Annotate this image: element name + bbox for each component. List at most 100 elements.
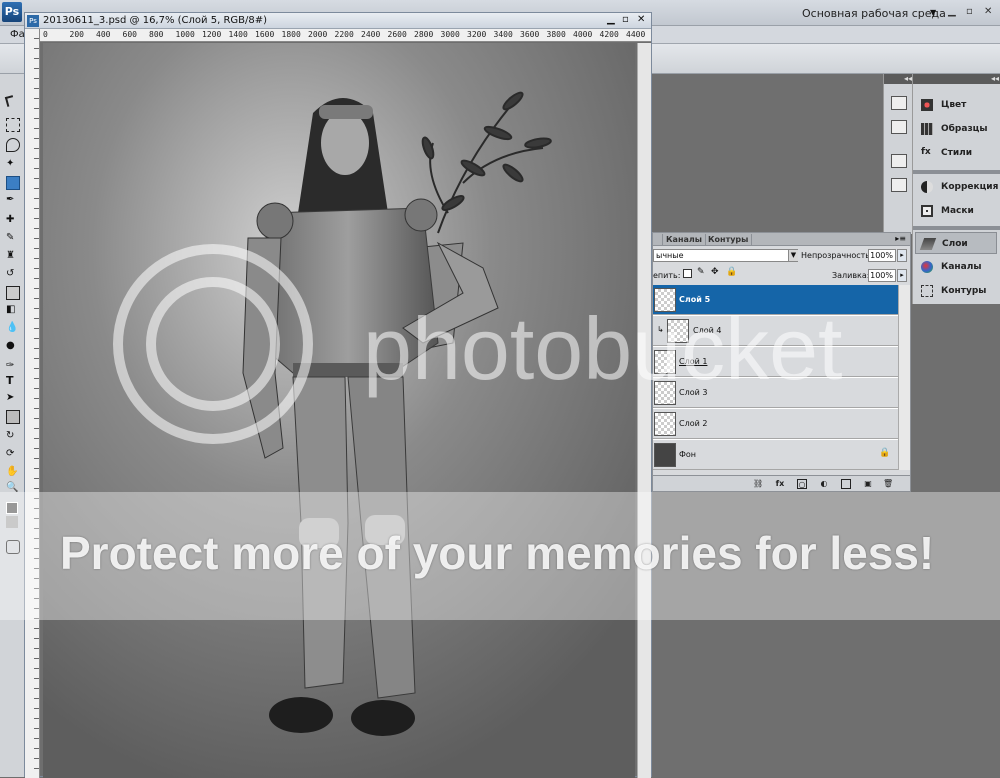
healing-brush-icon[interactable]: ✚ <box>6 214 20 228</box>
new-group-icon[interactable] <box>841 479 851 489</box>
panel-paths[interactable]: Контуры <box>915 280 997 302</box>
opacity-slider-button[interactable]: ▸ <box>897 249 907 262</box>
photoshop-doc-icon: Ps <box>27 15 39 27</box>
panel-swatches[interactable]: Образцы <box>915 118 997 140</box>
ruler-tick-label: 3000 <box>440 30 460 39</box>
color-palette-icon <box>921 99 933 111</box>
type-tool-icon[interactable]: T <box>6 374 20 388</box>
horizontal-ruler[interactable]: 0 200 400 600 800 1000 1200 1400 1600 1800 2000 220… <box>40 29 651 42</box>
fill-slider-button[interactable]: ▸ <box>897 269 907 282</box>
trash-icon[interactable]: 🗑 <box>883 479 893 489</box>
ruler-tick-label: 1800 <box>281 30 301 39</box>
panel-masks[interactable]: Маски <box>915 200 997 222</box>
ruler-tick-label: 2000 <box>308 30 328 39</box>
ruler-tick-label: 2200 <box>334 30 354 39</box>
ruler-tick-label: 400 <box>96 30 111 39</box>
eraser-tool-icon[interactable] <box>6 286 20 300</box>
collapse-icon[interactable]: ◂◂ <box>884 74 914 84</box>
eyedropper-tool-icon[interactable]: ✒ <box>6 194 20 208</box>
ruler-tick-label: 4400 <box>626 30 646 39</box>
menu-file[interactable]: Фа <box>10 29 25 40</box>
link-layers-icon[interactable]: ⛓ <box>753 479 763 489</box>
lasso-tool-icon[interactable] <box>6 138 20 152</box>
ruler-tick-label: 4200 <box>599 30 619 39</box>
magic-wand-tool-icon[interactable]: ✦ <box>6 158 20 172</box>
adjustment-layer-icon[interactable]: ◐ <box>819 479 829 489</box>
panel-menu-icon[interactable]: ▸≡ <box>895 234 906 243</box>
panel-divider <box>913 226 1000 230</box>
panel-channels[interactable]: Каналы <box>915 256 997 278</box>
panel-color[interactable]: Цвет <box>915 94 997 116</box>
ruler-tick-label: 2600 <box>387 30 407 39</box>
minimize-app-button[interactable]: ▁ <box>948 6 956 17</box>
3d-orbit-icon[interactable]: ⟳ <box>6 448 20 462</box>
ruler-tick-label: 600 <box>122 30 137 39</box>
ruler-tick-label: 0 <box>43 30 48 39</box>
channels-icon <box>921 261 933 273</box>
close-app-button[interactable]: ✕ <box>984 6 992 17</box>
watermark-banner-text: Protect more of your memories for less! <box>60 527 935 579</box>
ruler-tick-label: 4000 <box>573 30 593 39</box>
add-mask-icon[interactable]: ○ <box>797 479 807 489</box>
fill-input[interactable]: 100% <box>868 269 896 282</box>
pen-tool-icon[interactable]: ✑ <box>6 360 20 374</box>
workspace-switcher[interactable]: Основная рабочая среда <box>802 7 946 20</box>
crop-tool-icon[interactable] <box>6 176 20 190</box>
ruler-tick-label: 1000 <box>175 30 195 39</box>
watermark-logo-text: photobucket <box>363 299 843 398</box>
actions-icon[interactable] <box>891 120 907 134</box>
lock-icon: 🔒 <box>879 448 891 458</box>
dodge-tool-icon[interactable]: ● <box>6 340 20 354</box>
chevron-down-icon[interactable]: ▼ <box>930 8 936 17</box>
history-icon[interactable] <box>891 96 907 110</box>
minimize-doc-button[interactable]: ▁ <box>607 14 615 25</box>
layers-panel-footer: ⛓ fx ○ ◐ ▣ 🗑 <box>653 475 910 491</box>
dock-icon-strip: ◂◂ <box>883 74 914 234</box>
close-doc-button[interactable]: ✕ <box>637 14 645 25</box>
panel-styles[interactable]: fx Стили <box>915 142 997 164</box>
blur-tool-icon[interactable]: 💧 <box>6 322 20 336</box>
photobucket-watermark: photobucket <box>113 244 843 444</box>
adjustments-icon <box>921 181 933 193</box>
layer-style-icon[interactable]: fx <box>775 479 785 489</box>
history-brush-icon[interactable]: ↺ <box>6 268 20 282</box>
ruler-tick-label: 3600 <box>520 30 540 39</box>
layers-icon <box>919 238 937 250</box>
panel-layers[interactable]: Слои <box>915 232 997 254</box>
photoshop-logo[interactable]: Ps <box>2 2 22 22</box>
layers-scrollbar[interactable] <box>898 285 910 470</box>
ruler-tick-label: 800 <box>149 30 164 39</box>
swatches-icon <box>921 123 933 135</box>
paths-icon <box>921 285 933 297</box>
document-title: 20130611_3.psd @ 16,7% (Слой 5, RGB/8#) <box>43 15 268 26</box>
dock-panel-list: ◂◂ Цвет Образцы fx Стили Коррекция Маски… <box>912 74 1000 304</box>
3d-rotate-icon[interactable]: ↻ <box>6 430 20 444</box>
clone-source-icon[interactable] <box>891 178 907 192</box>
shape-tool-icon[interactable] <box>6 410 20 424</box>
maximize-doc-button[interactable]: ▫ <box>622 14 629 25</box>
move-tool-icon[interactable] <box>4 95 16 107</box>
new-layer-icon[interactable]: ▣ <box>863 479 873 489</box>
gradient-tool-icon[interactable]: ◧ <box>6 304 20 318</box>
ruler-tick-label: 1200 <box>202 30 222 39</box>
hand-tool-icon[interactable]: ✋ <box>6 466 20 480</box>
ruler-tick-label: 1600 <box>255 30 275 39</box>
ruler-tick-label: 3200 <box>467 30 487 39</box>
clone-stamp-icon[interactable]: ♜ <box>6 250 20 264</box>
vertical-ruler[interactable] <box>25 29 40 778</box>
panel-divider <box>913 170 1000 174</box>
brush-tool-icon[interactable]: ✎ <box>6 232 20 246</box>
figure-bandana <box>319 105 373 119</box>
brushes-icon[interactable] <box>891 154 907 168</box>
marquee-tool-icon[interactable] <box>6 118 20 132</box>
maximize-app-button[interactable]: ▫ <box>966 6 973 17</box>
panel-adjustments[interactable]: Коррекция <box>915 176 998 198</box>
ruler-tick-label: 200 <box>69 30 84 39</box>
document-tab[interactable]: Ps 20130611_3.psd @ 16,7% (Слой 5, RGB/8… <box>25 13 651 29</box>
figure-left-boot <box>269 697 333 733</box>
collapse-dock-button[interactable]: ◂◂ <box>913 74 1000 84</box>
styles-icon: fx <box>921 147 931 157</box>
opacity-input[interactable]: 100% <box>868 249 896 262</box>
path-selection-icon[interactable]: ➤ <box>6 392 20 406</box>
ruler-tick-label: 1400 <box>228 30 248 39</box>
